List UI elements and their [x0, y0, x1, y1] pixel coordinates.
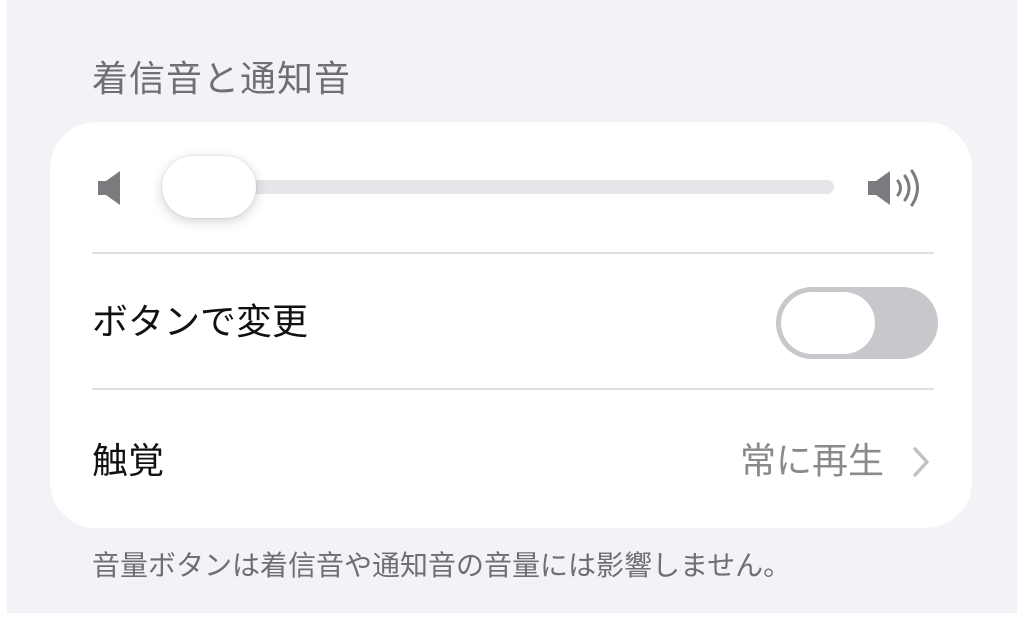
volume-slider-thumb[interactable] — [162, 156, 256, 218]
change-with-buttons-label: ボタンで変更 — [92, 302, 309, 343]
toggle-knob — [781, 292, 875, 354]
change-with-buttons-toggle[interactable] — [776, 287, 938, 359]
volume-slider[interactable] — [162, 156, 834, 218]
chevron-right-icon — [913, 447, 929, 477]
volume-row — [50, 122, 972, 254]
speaker-high-icon — [868, 169, 919, 207]
haptics-label: 触覚 — [92, 441, 165, 482]
haptics-value: 常に再生 — [739, 441, 884, 482]
section-title: 着信音と通知音 — [92, 59, 352, 100]
speaker-low-icon — [98, 171, 120, 205]
divider — [92, 252, 934, 254]
settings-card: ボタンで変更 触覚 常に再生 — [50, 122, 972, 528]
footer-note: 音量ボタンは着信音や通知音の音量には影響しません。 — [92, 549, 792, 582]
